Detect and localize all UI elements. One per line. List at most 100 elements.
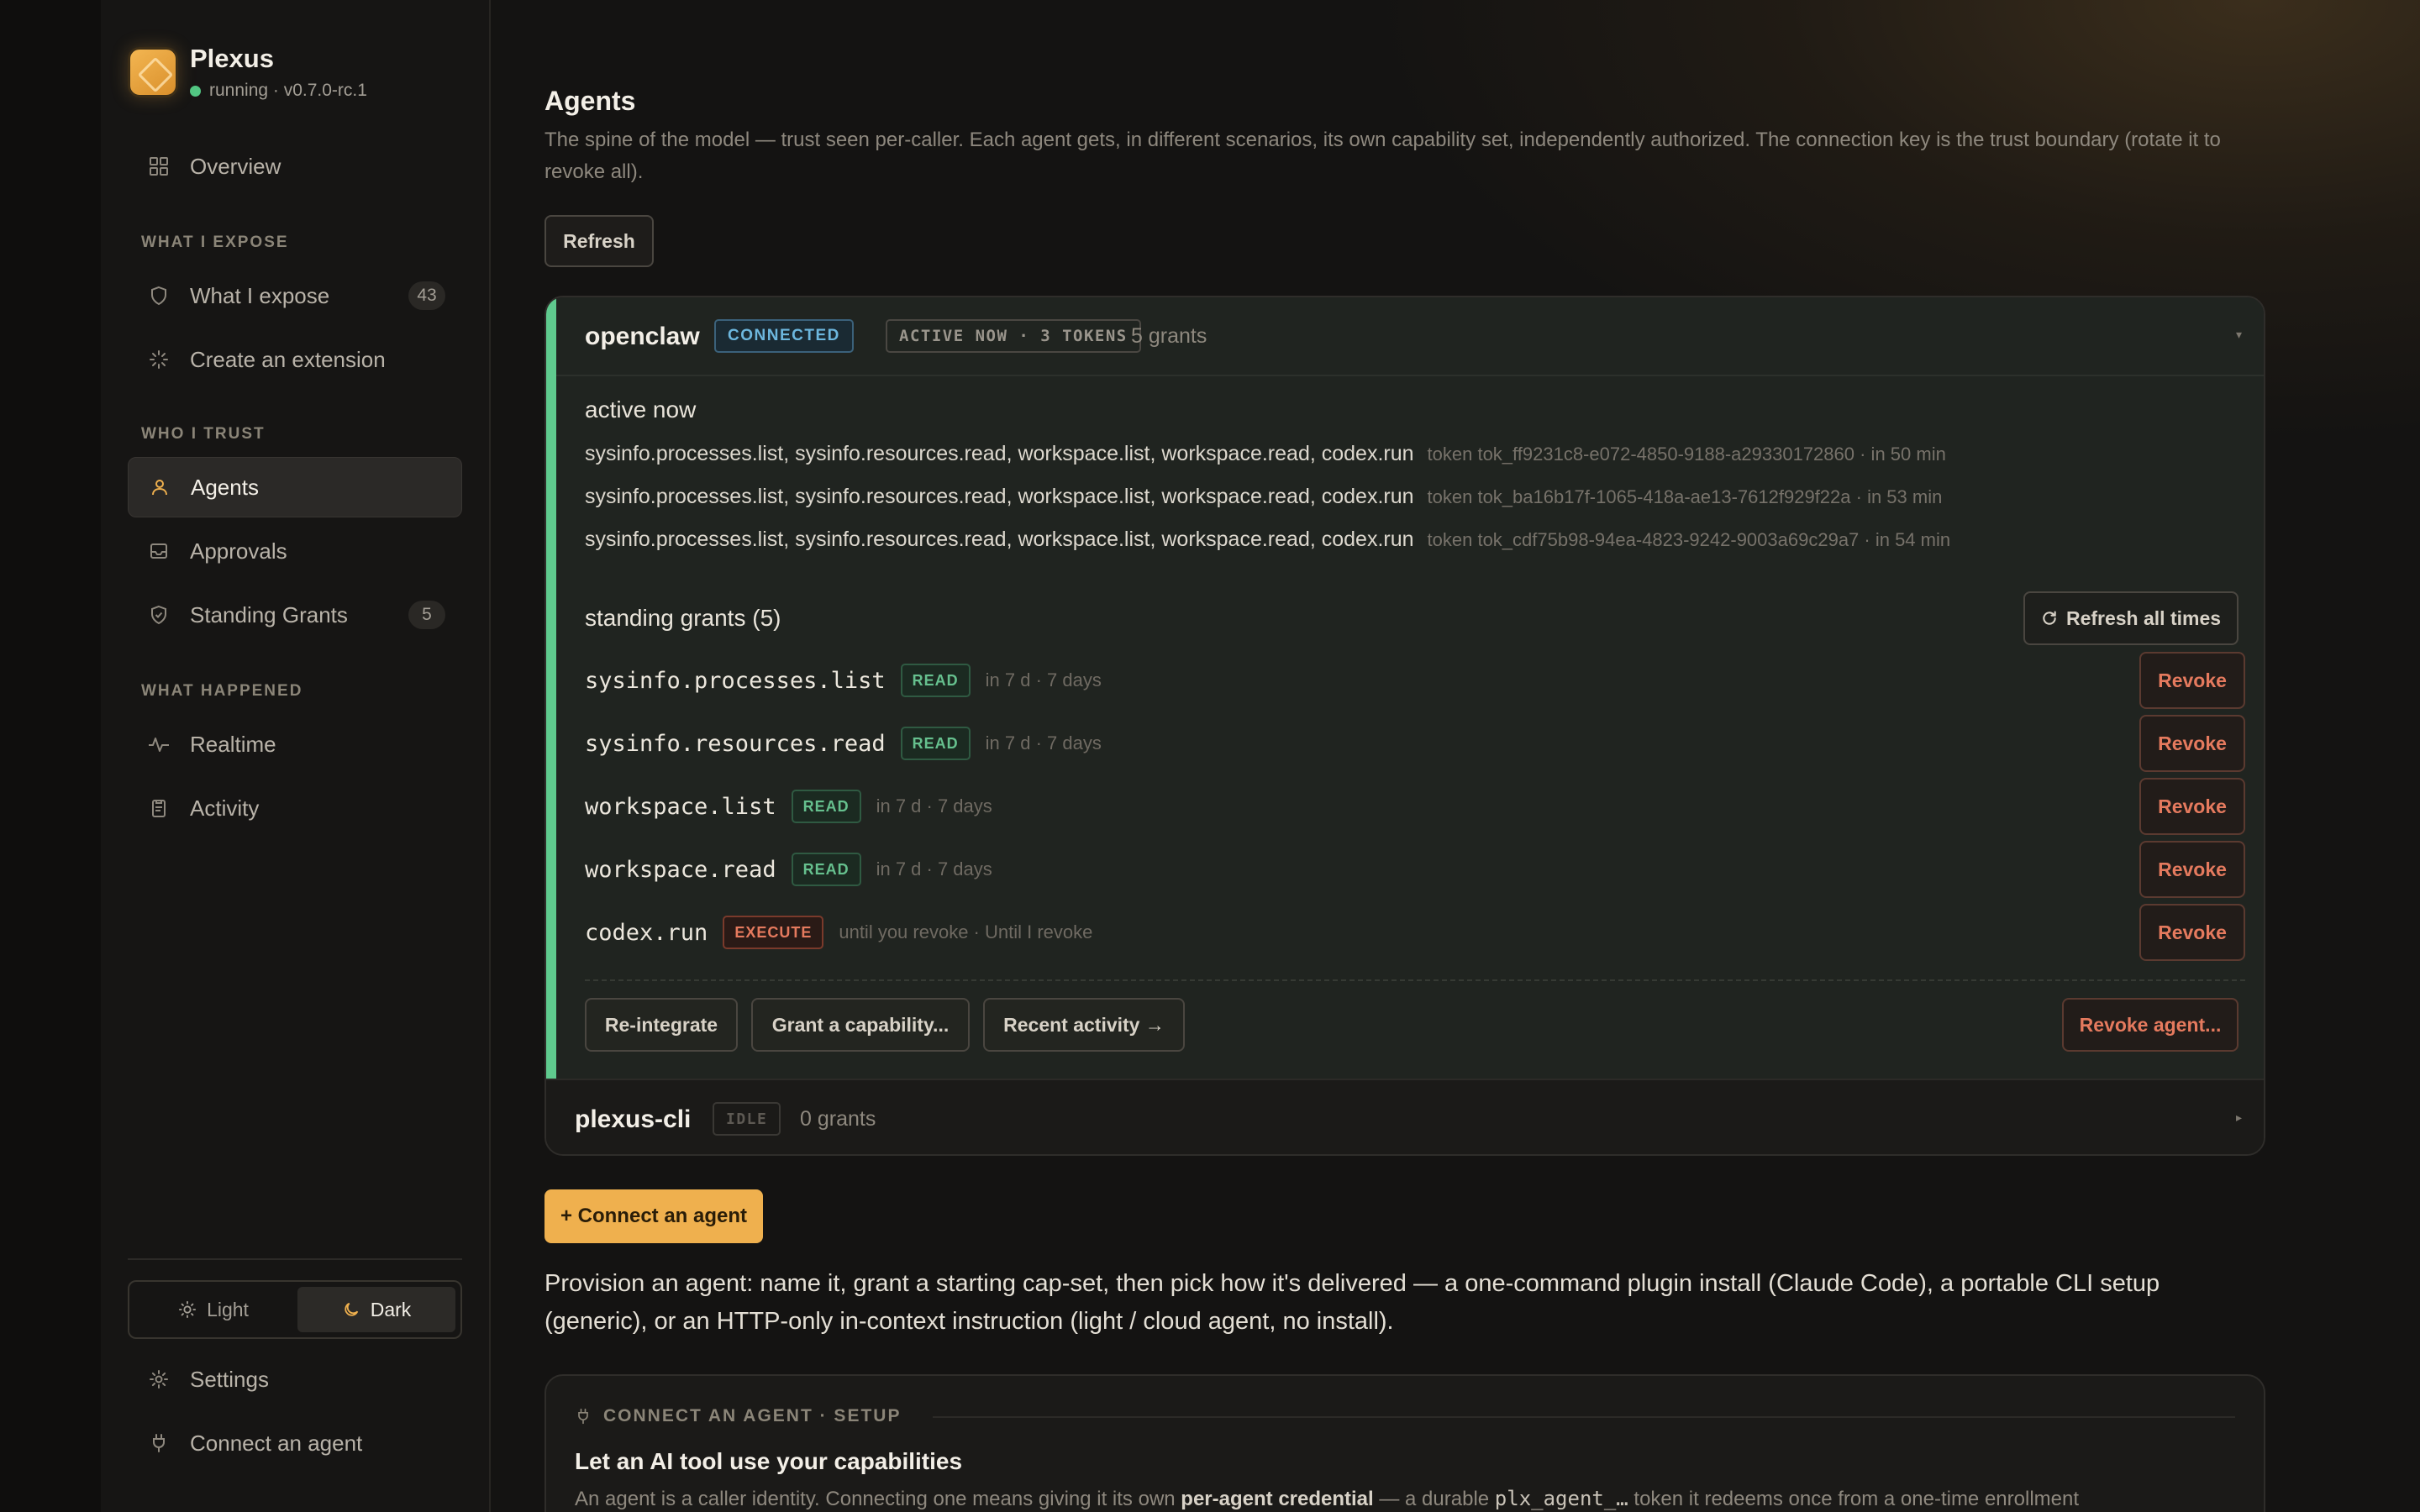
refresh-button[interactable]: Refresh [544, 215, 654, 267]
agent-header[interactable]: openclaw CONNECTED ACTIVE NOW · 3 TOKENS… [556, 297, 2264, 376]
grant-row: sysinfo.resources.read READ in 7 d · 7 d… [585, 715, 2245, 772]
token-row: sysinfo.processes.list, sysinfo.resource… [585, 485, 1942, 509]
sidebar-item-label: Realtime [190, 731, 276, 757]
grant-capability: workspace.list [585, 793, 776, 820]
grant-expiry: in 7 d · 7 days [876, 795, 992, 816]
token-row: sysinfo.processes.list, sysinfo.resource… [585, 528, 1950, 552]
token-meta: token tok_cdf75b98-94ea-4823-9242-9003a6… [1427, 529, 1951, 550]
agent-panel-plexus-cli[interactable]: plexus-cli IDLE 0 grants ▸ [546, 1079, 2264, 1154]
standing-grants-title: standing grants (5) [585, 605, 781, 631]
sidebar-divider [128, 1258, 462, 1260]
grant-row: workspace.list READ in 7 d · 7 days Revo… [585, 778, 2245, 835]
setup-desc-bold: per-agent credential [1181, 1488, 1374, 1510]
sidebar-item-connect-agent[interactable]: Connect an agent [128, 1413, 462, 1473]
refresh-all-times-button[interactable]: Refresh all times [2023, 591, 2238, 645]
token-capabilities: sysinfo.processes.list, sysinfo.resource… [585, 528, 1414, 551]
read-mode-badge: READ [900, 727, 971, 760]
theme-light-label: Light [207, 1298, 249, 1320]
clipboard-icon [148, 797, 170, 819]
sidebar-item-label: Overview [190, 153, 281, 179]
sidebar-item-overview[interactable]: Overview [128, 136, 462, 197]
sidebar-item-create-extension[interactable]: Create an extension [128, 329, 462, 390]
sidebar-item-activity[interactable]: Activity [128, 778, 462, 838]
setup-desc-code: plx_agent_… [1494, 1487, 1628, 1510]
active-tokens-badge: ACTIVE NOW · 3 TOKENS [886, 319, 1141, 353]
grants-count: 0 grants [800, 1107, 876, 1131]
sidebar-item-standing-grants[interactable]: Standing Grants 5 [128, 585, 462, 645]
reintegrate-button[interactable]: Re-integrate [585, 998, 738, 1052]
sidebar-item-label: Create an extension [190, 346, 386, 372]
revoke-button[interactable]: Revoke [2139, 715, 2245, 772]
sidebar-item-label: Settings [190, 1366, 269, 1392]
theme-light-button[interactable]: Light [134, 1287, 292, 1332]
sidebar-item-settings[interactable]: Settings [128, 1349, 462, 1410]
standing-grants-count-badge: 5 [408, 601, 445, 629]
idle-badge: IDLE [713, 1102, 781, 1136]
theme-toggle: Light Dark [128, 1280, 462, 1339]
user-icon [149, 476, 171, 498]
moon-icon [342, 1300, 360, 1319]
token-meta: token tok_ba16b17f-1065-418a-ae13-7612f9… [1427, 486, 1943, 507]
grant-row: sysinfo.processes.list READ in 7 d · 7 d… [585, 652, 2245, 709]
revoke-button[interactable]: Revoke [2139, 652, 2245, 709]
read-mode-badge: READ [791, 790, 861, 823]
brand-name: Plexus [190, 44, 274, 73]
grant-expiry: in 7 d · 7 days [985, 732, 1102, 753]
read-mode-badge: READ [900, 664, 971, 697]
brand-status: running · v0.7.0-rc.1 [190, 81, 367, 101]
sidebar-item-label: What I expose [190, 282, 330, 308]
grant-expiry: in 7 d · 7 days [876, 858, 992, 879]
plexus-logo-icon [128, 47, 178, 97]
recent-activity-button[interactable]: Recent activity → [983, 998, 1185, 1052]
setup-desc-part: — a durable [1373, 1488, 1495, 1510]
sidebar-item-approvals[interactable]: Approvals [128, 521, 462, 581]
section-who-i-trust: WHO I TRUST [141, 425, 266, 443]
token-row: sysinfo.processes.list, sysinfo.resource… [585, 442, 1946, 466]
sidebar-item-label: Standing Grants [190, 601, 348, 627]
sidebar-item-label: Connect an agent [190, 1430, 363, 1456]
collapse-caret-icon[interactable]: ▾ [2236, 328, 2242, 342]
shield-icon [148, 285, 170, 307]
token-capabilities: sysinfo.processes.list, sysinfo.resource… [585, 485, 1414, 508]
read-mode-badge: READ [791, 853, 861, 886]
token-capabilities: sysinfo.processes.list, sysinfo.resource… [585, 442, 1414, 465]
sidebar: Plexus running · v0.7.0-rc.1 Overview WH… [101, 0, 491, 1512]
plug-icon [575, 1407, 592, 1425]
dashed-divider [585, 979, 2245, 981]
grant-capability-button[interactable]: Grant a capability... [751, 998, 970, 1052]
sun-icon [178, 1300, 197, 1319]
sidebar-item-label: Activity [190, 795, 260, 821]
theme-dark-label: Dark [370, 1298, 412, 1320]
active-now-title: active now [585, 396, 697, 423]
sidebar-item-label: Approvals [190, 538, 287, 564]
agent-name: openclaw [585, 323, 700, 350]
revoke-agent-button[interactable]: Revoke agent... [2062, 998, 2238, 1052]
window-gutter [0, 0, 101, 1512]
expose-count-badge: 43 [408, 281, 445, 310]
expand-caret-icon[interactable]: ▸ [2236, 1110, 2242, 1125]
brand: Plexus running · v0.7.0-rc.1 [128, 44, 367, 101]
plug-icon [148, 1432, 170, 1454]
refresh-all-label: Refresh all times [2065, 606, 2222, 629]
agent-panel-openclaw: openclaw CONNECTED ACTIVE NOW · 3 TOKENS… [546, 297, 2264, 1079]
page-title: Agents [544, 86, 636, 116]
sidebar-item-realtime[interactable]: Realtime [128, 714, 462, 774]
grant-expiry: in 7 d · 7 days [985, 669, 1102, 690]
brand-status-text: running · v0.7.0-rc.1 [209, 81, 367, 100]
token-meta: token tok_ff9231c8-e072-4850-9188-a29330… [1427, 444, 1946, 465]
execute-mode-badge: EXECUTE [723, 916, 824, 949]
grants-count: 5 grants [1131, 324, 1207, 348]
grant-capability: codex.run [585, 919, 708, 946]
revoke-button[interactable]: Revoke [2139, 778, 2245, 835]
revoke-button[interactable]: Revoke [2139, 841, 2245, 898]
gear-icon [148, 1368, 170, 1390]
section-what-i-expose: WHAT I EXPOSE [141, 234, 289, 251]
sidebar-item-agents[interactable]: Agents [128, 457, 462, 517]
connect-agent-button[interactable]: + Connect an agent [544, 1189, 763, 1243]
setup-kicker-text: CONNECT AN AGENT · SETUP [603, 1406, 902, 1425]
revoke-button[interactable]: Revoke [2139, 904, 2245, 961]
setup-desc-part: An agent is a caller identity. Connectin… [575, 1488, 1181, 1510]
kicker-divider [933, 1416, 2235, 1418]
sidebar-item-what-i-expose[interactable]: What I expose 43 [128, 265, 462, 326]
theme-dark-button[interactable]: Dark [297, 1287, 455, 1332]
